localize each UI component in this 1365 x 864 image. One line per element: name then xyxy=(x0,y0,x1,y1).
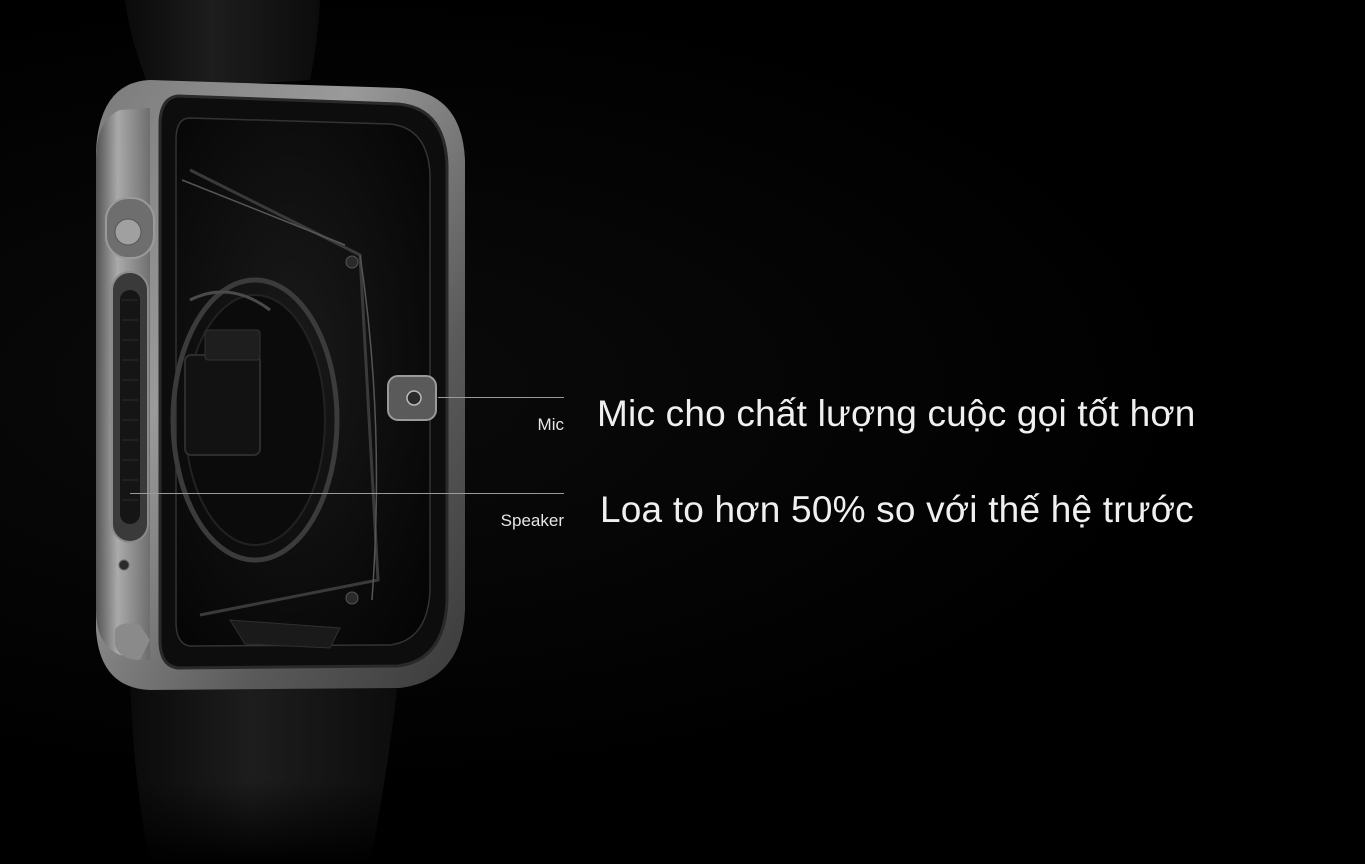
band-top xyxy=(125,0,320,90)
speaker-callout-line xyxy=(130,493,564,494)
speaker-description: Loa to hơn 50% so với thế hệ trước xyxy=(600,489,1194,530)
mic-callout-line xyxy=(438,397,564,398)
mic-label: Mic xyxy=(537,415,564,434)
mic-description: Mic cho chất lượng cuộc gọi tốt hơn xyxy=(597,393,1196,434)
speaker-label: Speaker xyxy=(500,511,564,530)
product-illustration: Mic Mic cho chất lượng cuộc gọi tốt hơn … xyxy=(0,0,1365,864)
